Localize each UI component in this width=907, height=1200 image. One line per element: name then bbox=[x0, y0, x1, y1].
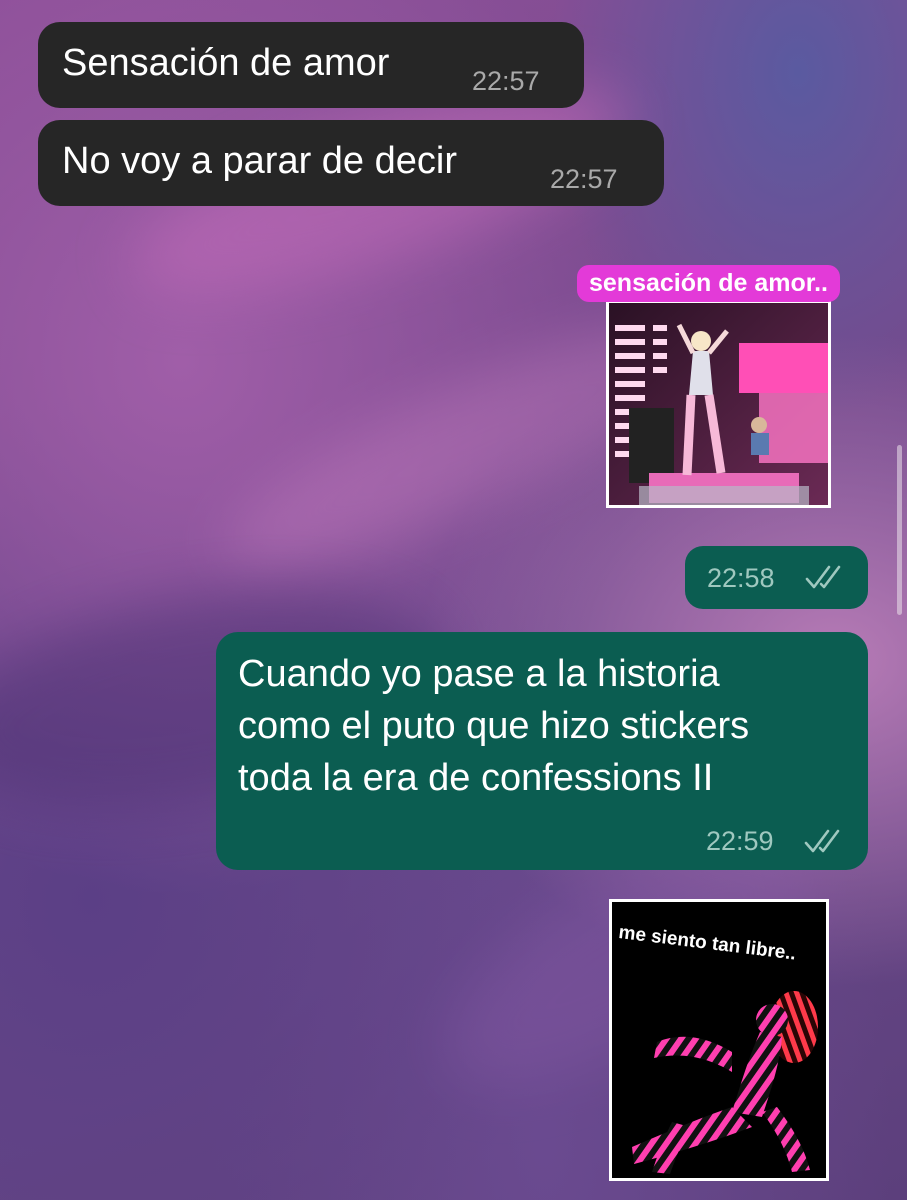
outgoing-message-bubble[interactable]: Cuando yo pase a la historia como el put… bbox=[216, 632, 868, 870]
message-text: Cuando yo pase a la historia como el put… bbox=[238, 653, 750, 799]
striped-figure-illustration bbox=[632, 991, 818, 1174]
outgoing-timestamp-bubble[interactable]: 22:58 bbox=[685, 546, 868, 609]
sticker-caption: sensación de amor.. bbox=[577, 265, 840, 302]
message-time: 22:57 bbox=[472, 66, 540, 96]
double-check-icon bbox=[805, 565, 841, 589]
message-time: 22:58 bbox=[707, 563, 775, 593]
message-time: 22:59 bbox=[706, 826, 774, 856]
message-text: Sensación de amor bbox=[62, 42, 390, 84]
message-text: No voy a parar de decir bbox=[62, 140, 457, 182]
double-check-icon bbox=[804, 829, 840, 853]
sticker-image bbox=[606, 300, 831, 508]
message-time: 22:57 bbox=[550, 164, 618, 194]
incoming-sticker[interactable]: me siento tan libre.. bbox=[609, 899, 829, 1181]
incoming-message-bubble[interactable]: No voy a parar de decir 22:57 bbox=[38, 120, 664, 206]
concert-stage-illustration bbox=[609, 303, 828, 505]
scrollbar[interactable] bbox=[897, 445, 902, 615]
incoming-message-bubble[interactable]: Sensación de amor 22:57 bbox=[38, 22, 584, 108]
